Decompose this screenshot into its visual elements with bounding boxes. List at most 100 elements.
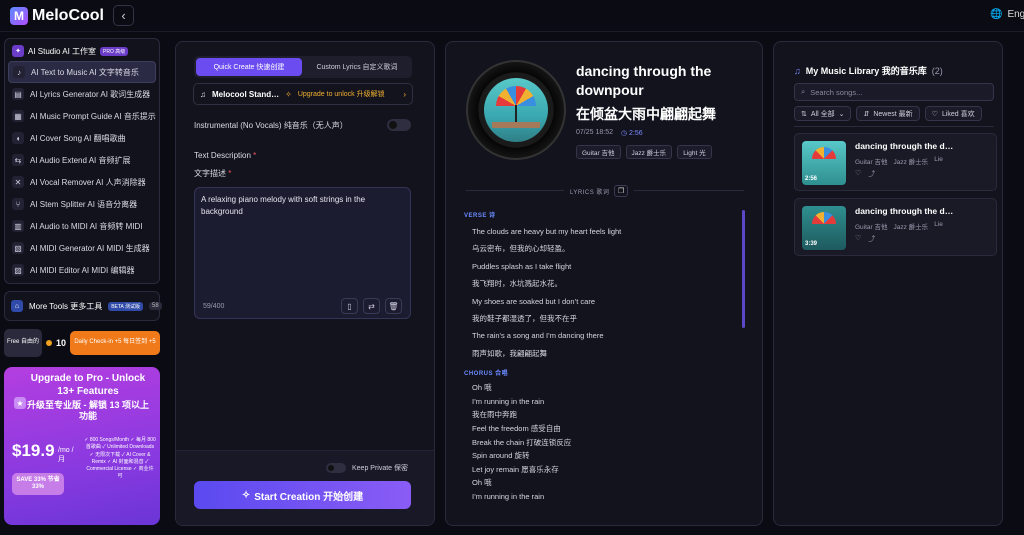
description-label-cn-text: 文字描述	[194, 169, 226, 178]
share-icon[interactable]: ⤴	[868, 169, 875, 179]
lyric-line: Oh 哦	[472, 383, 492, 393]
create-footer: Keep Private 保密 ✧ Start Creation 开始创建	[176, 450, 434, 525]
copy-icon[interactable]: ❐	[614, 185, 629, 197]
start-creation-button[interactable]: ✧ Start Creation 开始创建	[194, 481, 411, 509]
lyric-line: Spin around 旋转	[472, 451, 530, 461]
lyric-line: Let joy remain 愿喜乐永存	[472, 464, 559, 474]
sidebar-item-lyrics-generator[interactable]: ▤ AI Lyrics Generator AI 歌词生成器	[8, 83, 156, 105]
midi-editor-icon: ▨	[12, 264, 24, 276]
keep-private-toggle[interactable]	[326, 463, 346, 473]
collapse-sidebar-button[interactable]: ‹	[113, 5, 134, 26]
heart-icon[interactable]: ♡	[855, 169, 861, 179]
library-separator	[794, 126, 994, 127]
sidebar-item-text-to-music[interactable]: ♪ AI Text to Music AI 文字转音乐	[8, 61, 156, 83]
song-card-tag: Lie	[934, 221, 943, 228]
description-label-text: Text Description	[194, 151, 251, 160]
sidebar-item-label: AI Cover Song AI 翻唱歌曲	[30, 133, 126, 143]
song-tags: Guitar 吉他 Jazz 爵士乐 Light 光	[576, 145, 712, 159]
heart-icon: ♡	[931, 110, 938, 118]
language-selector[interactable]: 🌐 Eng	[990, 9, 1024, 20]
filter-newest-label: Newest 最新	[873, 110, 913, 118]
book-icon[interactable]: ▯	[341, 298, 358, 314]
filter-liked-label: Liked 喜欢	[941, 110, 975, 118]
sidebar-item-label: AI Stem Splitter AI 语音分离器	[30, 199, 138, 209]
filter-icon: ⇅	[801, 110, 807, 118]
pro-price: $19.9	[12, 441, 55, 460]
price-period: /mo /月	[58, 447, 74, 463]
sidebar-item-midi-editor[interactable]: ▨ AI MIDI Editor AI MIDI 编辑器	[8, 259, 156, 281]
tools-count-badge: 58	[149, 302, 162, 310]
lyric-line: Break the chain 打破连锁反应	[472, 437, 572, 447]
lyric-line: The rain's a song and I’m dancing there	[472, 331, 604, 341]
tab-quick-create[interactable]: Quick Create 快速创建	[196, 58, 302, 76]
sidebar: ✦ AI Studio AI 工作室 PRO 高级 ♪ AI Text to Mu…	[4, 38, 162, 525]
textarea-actions: ▯ ⇄ 🗑	[341, 298, 402, 314]
instrumental-toggle[interactable]	[387, 119, 411, 131]
song-duration: 2:56	[629, 130, 643, 137]
song-title: dancing through the downpour	[576, 63, 712, 98]
description-label: Text Description *	[194, 151, 256, 160]
ai-studio-nav: ✦ AI Studio AI 工作室 PRO 高级 ♪ AI Text to Mu…	[4, 38, 160, 284]
sidebar-item-cover-song[interactable]: ◖ AI Cover Song AI 翻唱歌曲	[8, 127, 156, 149]
studio-icon: ✦	[12, 45, 24, 57]
pro-features-list: ✓ 800 Songs/Month ✓ 每月 800 首歌曲 ✓ Unlimit…	[84, 437, 156, 480]
upgrade-pro-card[interactable]: Upgrade to Pro - Unlock 13+ Features 升级至…	[4, 367, 160, 525]
sidebar-item-prompt-guide[interactable]: ▦ AI Music Prompt Guide AI 音乐提示词指南	[8, 105, 156, 127]
daily-checkin-button[interactable]: Daily Check-in +5 每日签到 +5	[70, 331, 160, 355]
toolbox-icon: ⌂	[11, 300, 23, 312]
music-library-panel: ♫ My Music Library 我的音乐库 (2) ⌕ Search so…	[773, 41, 1003, 526]
library-song-card[interactable]: 3:39 dancing through the d… Guitar 吉他 Ja…	[794, 198, 997, 256]
top-bar: M MeloCool ‹ 🌐 Eng	[0, 0, 1024, 32]
library-header: ♫ My Music Library 我的音乐库 (2)	[794, 64, 943, 77]
shuffle-icon[interactable]: ⇄	[363, 298, 380, 314]
song-duration-wrap: ◷ 2:56	[621, 129, 643, 137]
sidebar-item-vocal-remover[interactable]: ✕ AI Vocal Remover AI 人声消除器	[8, 171, 156, 193]
model-selector[interactable]: ♫ Melocool Stand… ✧ Upgrade to unlock 升级…	[193, 83, 413, 105]
sparkle-icon: ✧	[285, 89, 292, 99]
vinyl-cover[interactable]	[466, 60, 566, 160]
tag-jazz: Jazz 爵士乐	[625, 145, 673, 159]
sort-icon: ⇵	[863, 110, 870, 118]
midi-generator-icon: ▧	[12, 242, 24, 254]
song-detail-panel: dancing through the downpour 在倾盆大雨中翩翩起舞 …	[445, 41, 763, 526]
song-card-tag: Guitar 吉他	[855, 224, 888, 231]
app-logo[interactable]: M MeloCool	[10, 7, 104, 25]
library-song-card[interactable]: 2:56 dancing through the d… Guitar 吉他 Ja…	[794, 133, 997, 191]
sidebar-item-midi-generator[interactable]: ▧ AI MIDI Generator AI MIDI 生成器	[8, 237, 156, 259]
tab-custom-lyrics[interactable]: Custom Lyrics 自定义歌词	[304, 58, 410, 76]
album-art	[484, 78, 548, 142]
song-card-actions: ♡ ⤴	[855, 169, 875, 179]
lyrics-content[interactable]: VERSE 诗 The clouds are heavy but my hear…	[464, 208, 744, 525]
filter-all-dropdown[interactable]: ⇅ All 全部 ⌄	[794, 106, 852, 121]
create-mode-tabs: Quick Create 快速创建 Custom Lyrics 自定义歌词	[194, 56, 412, 78]
plan-badge: Free 自由的	[4, 329, 42, 357]
trash-icon[interactable]: 🗑	[385, 298, 402, 314]
sidebar-item-audio-to-midi[interactable]: ▥ AI Audio to MIDI AI 音频转 MIDI	[8, 215, 156, 237]
heart-icon[interactable]: ♡	[855, 234, 861, 244]
description-textarea[interactable]: A relaxing piano melody with soft string…	[194, 187, 411, 319]
share-icon[interactable]: ⤴	[868, 234, 875, 244]
sidebar-item-stem-splitter[interactable]: ⑂ AI Stem Splitter AI 语音分离器	[8, 193, 156, 215]
chorus-label: CHORUS 合唱	[464, 371, 509, 378]
sidebar-item-audio-extend[interactable]: ⇆ AI Audio Extend AI 音频扩展	[8, 149, 156, 171]
filter-liked-button[interactable]: ♡ Liked 喜欢	[924, 106, 982, 121]
umbrella-art	[812, 212, 836, 224]
lyric-line: Feel the freedom 感受自由	[472, 423, 561, 433]
upgrade-unlock-link[interactable]: Upgrade to unlock 升级解锁	[298, 89, 385, 99]
lyrics-scrollbar[interactable]	[742, 210, 745, 328]
description-value[interactable]: A relaxing piano melody with soft string…	[201, 194, 404, 218]
credit-count: 10	[56, 338, 67, 348]
chevron-left-icon: ‹	[121, 8, 126, 23]
filter-newest-button[interactable]: ⇵ Newest 最新	[856, 106, 920, 121]
verse-lines: The clouds are heavy but my heart feels …	[464, 223, 744, 362]
more-tools-button[interactable]: ⌂ More Tools 更多工具 BETA 测试版 58	[4, 291, 162, 321]
sparkle-icon: ✧	[241, 489, 251, 501]
extend-icon: ⇆	[12, 154, 24, 166]
lyric-line: The clouds are heavy but my heart feels …	[472, 227, 622, 236]
search-placeholder: Search songs...	[810, 87, 863, 97]
search-songs-input[interactable]: ⌕ Search songs...	[794, 83, 994, 101]
clock-icon: ◷	[620, 130, 628, 137]
star-icon: ★	[14, 397, 26, 409]
song-card-tag: Jazz 爵士乐	[893, 224, 929, 231]
tag-guitar: Guitar 吉他	[576, 145, 621, 159]
